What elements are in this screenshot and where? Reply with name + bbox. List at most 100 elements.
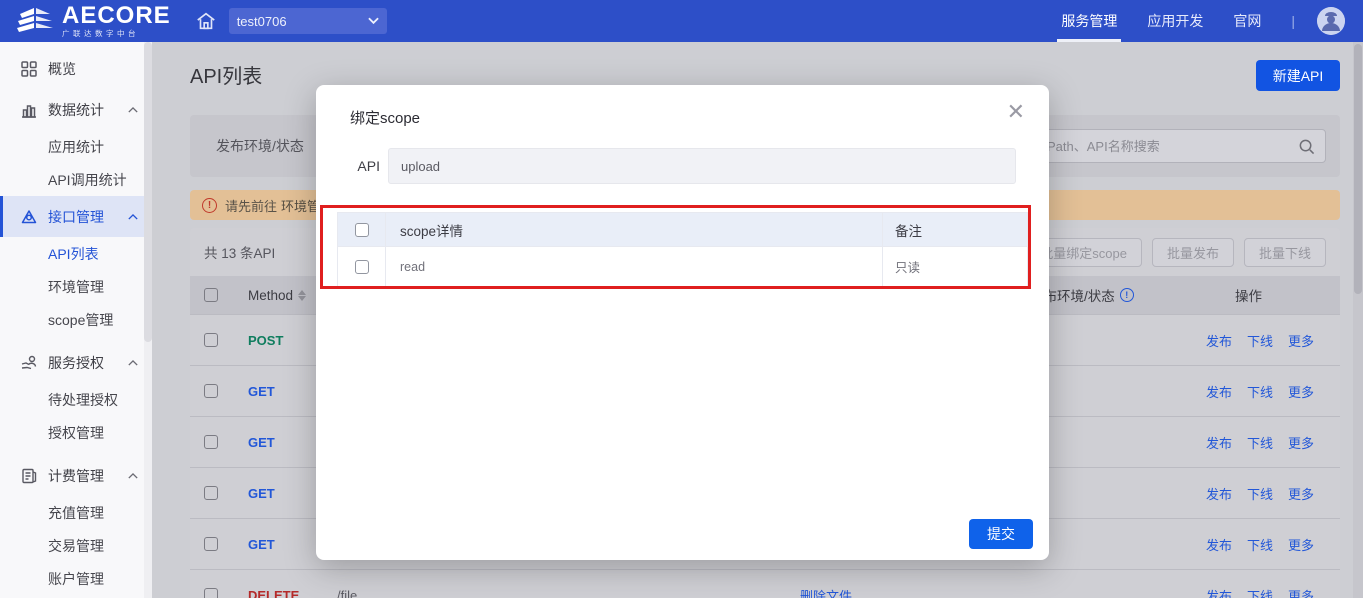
search-box [1036,129,1326,163]
more-link[interactable]: 更多 [1288,586,1314,598]
info-icon[interactable]: ! [1120,288,1134,302]
row-checkbox[interactable] [204,384,218,398]
more-link[interactable]: 更多 [1288,484,1314,503]
sidebar-item-label: 服务授权 [48,353,128,373]
publish-link[interactable]: 发布 [1206,535,1232,554]
batch-offline-button[interactable]: 批量下线 [1244,238,1326,267]
nav-divider: | [1291,13,1295,29]
row-checkbox[interactable] [204,333,218,347]
chevron-up-icon [128,212,138,222]
more-link[interactable]: 更多 [1288,535,1314,554]
chevron-up-icon [128,358,138,368]
offline-link[interactable]: 下线 [1247,484,1273,503]
sidebar-item-data-statistics[interactable]: 数据统计 [0,89,152,130]
api-triangle-icon [20,208,38,226]
row-checkbox[interactable] [204,486,218,500]
document-icon [20,467,38,485]
sidebar-scrollbar[interactable] [144,42,152,598]
chevron-down-icon [368,17,379,25]
sidebar-item-recharge-management[interactable]: 充值管理 [0,496,152,529]
sidebar-item-pending-authorization[interactable]: 待处理授权 [0,383,152,416]
api-description-link[interactable]: 删除文件 [800,586,852,598]
column-header-scope-detail: scope详情 [386,213,883,246]
scope-select-all-checkbox[interactable] [355,223,369,237]
offline-link[interactable]: 下线 [1247,535,1273,554]
sidebar-item-environment-management[interactable]: 环境管理 [0,270,152,303]
api-field[interactable]: upload [388,148,1016,184]
nav-item-service-management[interactable]: 服务管理 [1061,0,1117,42]
row-checkbox[interactable] [204,537,218,551]
scope-table-header: scope详情 备注 [338,213,1027,246]
project-selector[interactable]: test0706 [229,8,387,34]
bar-chart-icon [20,101,38,119]
more-link[interactable]: 更多 [1288,331,1314,350]
home-icon[interactable] [195,10,217,32]
sidebar-item-label: 数据统计 [48,100,128,120]
logo-subtitle: 广联达数字中台 [62,30,171,38]
warning-text-prefix: 请先前往 [225,196,277,215]
api-field-value: upload [401,159,440,174]
publish-link[interactable]: 发布 [1206,484,1232,503]
grid-icon [20,60,38,78]
new-api-button[interactable]: 新建API [1256,60,1340,91]
chevron-up-icon [128,471,138,481]
offline-link[interactable]: 下线 [1247,433,1273,452]
offline-link[interactable]: 下线 [1247,331,1273,350]
user-avatar[interactable] [1317,7,1345,35]
sidebar-item-overview[interactable]: 概览 [0,48,152,89]
page-title: API列表 [190,60,262,89]
search-icon[interactable] [1298,138,1315,155]
sidebar-item-scope-management[interactable]: scope管理 [0,303,152,336]
offline-link[interactable]: 下线 [1247,382,1273,401]
publish-link[interactable]: 发布 [1206,331,1232,350]
sidebar-item-transaction-management[interactable]: 交易管理 [0,529,152,562]
method-badge: DELETE [248,588,308,598]
scope-note-cell: 只读 [883,257,1027,276]
sort-icon[interactable] [298,290,306,301]
scope-table-row: read 只读 [338,246,1027,286]
publish-link[interactable]: 发布 [1206,382,1232,401]
project-selector-value: test0706 [237,14,368,29]
sidebar-item-account-management[interactable]: 账户管理 [0,562,152,595]
table-row: DELETE /file 删除文件 发布 下线 更多 [190,569,1340,598]
nav-item-official-site[interactable]: 官网 [1233,0,1261,42]
sidebar-item-authorization-management[interactable]: 授权管理 [0,416,152,449]
sidebar-item-api-call-statistics[interactable]: API调用统计 [0,163,152,196]
more-link[interactable]: 更多 [1288,433,1314,452]
row-checkbox[interactable] [204,588,218,598]
column-header-note: 备注 [883,220,1027,240]
logo-icon [14,6,54,36]
batch-publish-button[interactable]: 批量发布 [1152,238,1234,267]
method-badge: GET [248,486,308,501]
close-icon[interactable]: ✕ [1003,97,1029,127]
submit-button[interactable]: 提交 [969,519,1033,549]
sidebar-item-label: 接口管理 [48,207,128,227]
publish-link[interactable]: 发布 [1206,433,1232,452]
select-all-checkbox[interactable] [204,288,218,302]
bind-scope-modal: 绑定scope ✕ API upload scope详情 备注 read 只读 … [316,85,1049,560]
sidebar-item-api-list[interactable]: API列表 [0,237,152,270]
brand-logo: AECORE 广联达数字中台 [14,4,171,38]
method-badge: POST [248,333,308,348]
api-path: /file [337,588,357,598]
nav-item-app-development[interactable]: 应用开发 [1147,0,1203,42]
person-icon [1317,7,1345,35]
search-input[interactable] [1047,139,1298,154]
sidebar-item-billing-management[interactable]: 计费管理 [0,455,152,496]
column-header-method[interactable]: Method [248,288,293,303]
modal-title: 绑定scope [350,107,420,128]
more-link[interactable]: 更多 [1288,382,1314,401]
window-scrollbar[interactable] [1353,42,1363,598]
method-badge: GET [248,384,308,399]
sidebar-item-app-statistics[interactable]: 应用统计 [0,130,152,163]
sidebar-item-service-authorization[interactable]: 服务授权 [0,342,152,383]
publish-link[interactable]: 发布 [1206,586,1232,598]
offline-link[interactable]: 下线 [1247,586,1273,598]
api-count-text: 共 13 条API [204,242,275,262]
method-badge: GET [248,435,308,450]
scope-detail-cell: read [386,247,883,286]
scope-row-checkbox[interactable] [355,260,369,274]
api-field-label: API [316,158,380,174]
sidebar-item-interface-management[interactable]: 接口管理 [0,196,152,237]
row-checkbox[interactable] [204,435,218,449]
